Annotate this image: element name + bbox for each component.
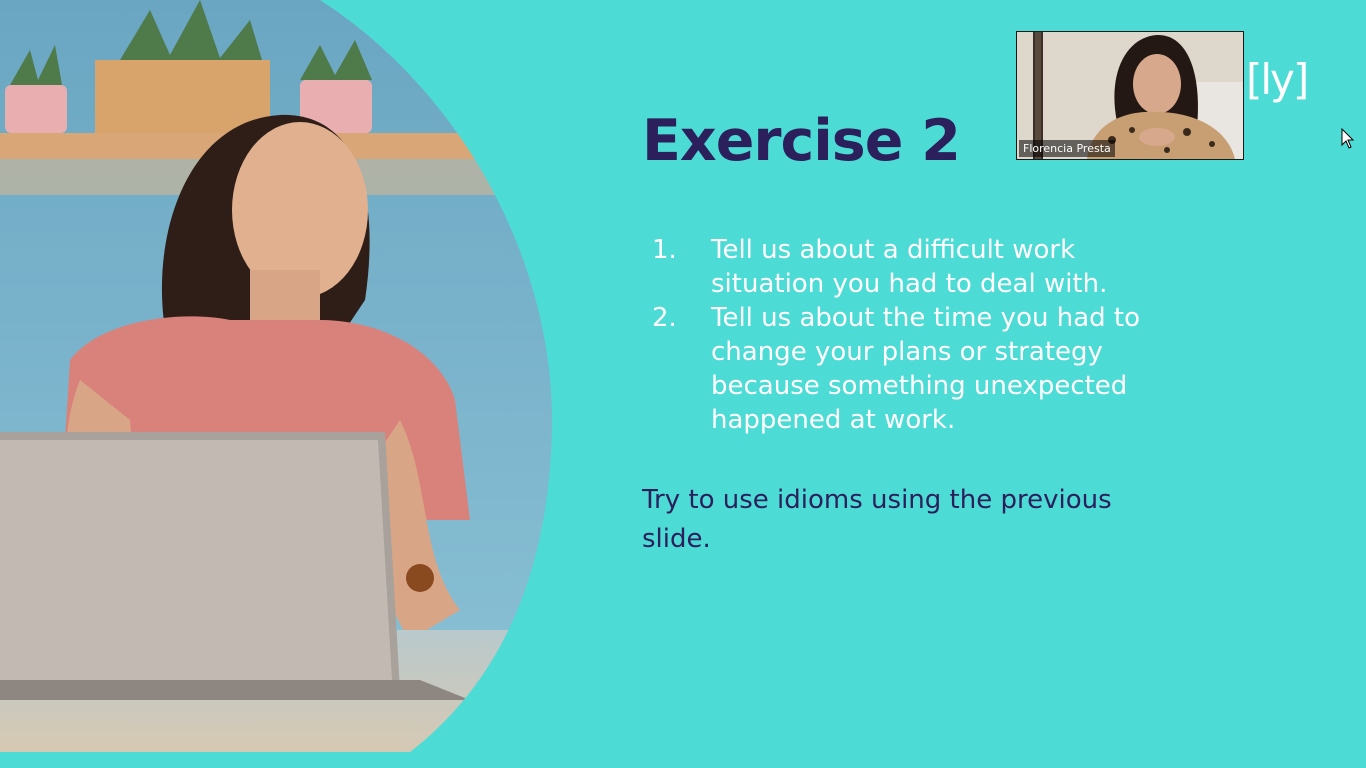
- list-item-text: Tell us about the time you had to change…: [711, 303, 1140, 435]
- presentation-slide: Exercise 2 1. Tell us about a difficult …: [0, 0, 1366, 768]
- exercise-list: 1. Tell us about a difficult work situat…: [652, 233, 1172, 437]
- participant-video-tile[interactable]: Florencia Presta: [1016, 31, 1244, 160]
- mouse-pointer-icon: [1341, 128, 1355, 149]
- instruction-note: Try to use idioms using the previous sli…: [642, 485, 1112, 554]
- list-item: 2. Tell us about the time you had to cha…: [652, 301, 1172, 437]
- slide-title: Exercise 2: [642, 108, 961, 174]
- list-item-number: 2.: [652, 303, 677, 333]
- participant-name-label: Florencia Presta: [1019, 140, 1115, 157]
- list-item: 1. Tell us about a difficult work situat…: [652, 233, 1172, 301]
- brand-logo: [ly]: [1246, 55, 1309, 104]
- list-item-number: 1.: [652, 235, 677, 265]
- list-item-text: Tell us about a difficult work situation…: [711, 235, 1108, 299]
- woman-with-laptop-photo: [0, 0, 552, 752]
